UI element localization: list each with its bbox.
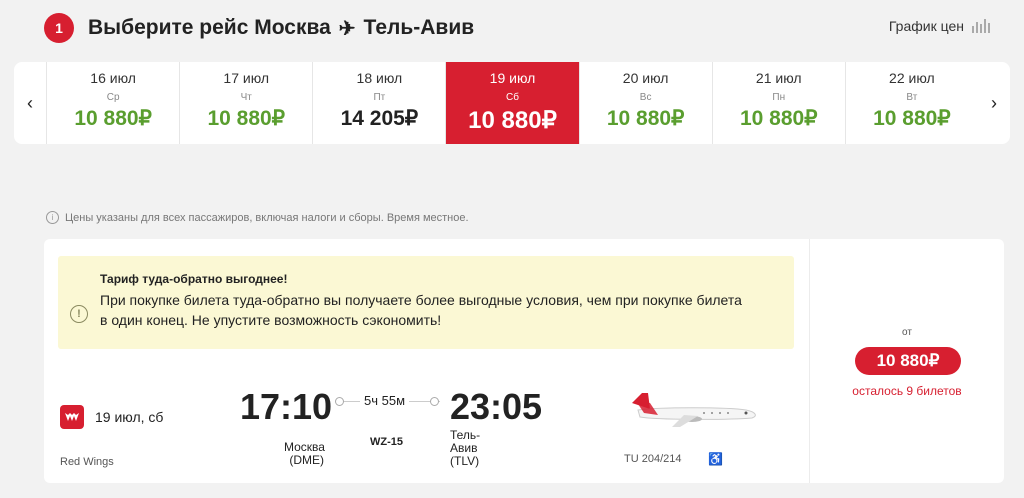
exclamation-icon: !: [70, 305, 88, 323]
weekday-label: Пт: [373, 92, 386, 103]
round-trip-promo-banner: ! Тариф туда-обратно выгоднее! При покуп…: [58, 256, 794, 349]
promo-text: При покупке билета туда-обратно вы получ…: [100, 292, 742, 328]
flight-details: ! Тариф туда-обратно выгоднее! При покуп…: [44, 239, 810, 483]
step-number-badge: 1: [44, 13, 74, 43]
weekday-label: Вс: [639, 92, 652, 103]
date-label: 22 июл: [889, 70, 935, 86]
weekday-label: Пн: [772, 92, 786, 103]
date-label: 17 июл: [223, 70, 270, 86]
airline-name: Red Wings: [60, 456, 114, 468]
promo-title: Тариф туда-обратно выгоднее!: [100, 272, 288, 286]
departure-city: Москва (DME): [284, 440, 325, 467]
date-price: 10 880₽: [207, 107, 286, 130]
flight-date: 19 июл, сб: [95, 409, 164, 425]
date-label: 21 июл: [755, 70, 802, 86]
next-dates-arrow-icon[interactable]: ›: [978, 62, 1010, 144]
aircraft-type: TU 204/214: [624, 453, 682, 465]
select-fare-button[interactable]: 10 880₽: [855, 347, 961, 375]
date-selector: ‹ 16 июл Ср 10 880₽ 17 июл Чт 10 880₽ 18…: [14, 62, 1010, 144]
page-title: Выберите рейс Москва ✈ Тель-Авив: [88, 16, 474, 41]
bar-chart-icon: [972, 19, 990, 33]
info-icon: i: [46, 211, 59, 224]
date-label: 16 июл: [90, 70, 136, 86]
date-price: 10 880₽: [873, 107, 951, 130]
arrival-city: Тель-Авив (TLV): [450, 428, 481, 468]
departure-time: 17:10: [240, 386, 333, 427]
date-option[interactable]: 16 июл Ср 10 880₽: [46, 62, 179, 144]
seats-left-text: осталось 9 билетов: [852, 384, 962, 398]
flight-number: WZ-15: [370, 436, 403, 448]
price-chart-link[interactable]: График цен: [889, 18, 990, 34]
route-end-dot: [430, 397, 439, 406]
weekday-label: Вт: [906, 92, 918, 103]
weekday-label: Чт: [240, 92, 252, 103]
date-label: 20 июл: [622, 70, 669, 86]
airline-logo-icon: [60, 405, 84, 429]
step-header: 1 Выберите рейс Москва ✈ Тель-Авив: [44, 10, 474, 46]
price-from-label: от: [902, 327, 912, 338]
info-note-text: Цены указаны для всех пассажиров, включа…: [65, 211, 469, 224]
origin-city: Москва: [254, 16, 331, 39]
date-option-selected[interactable]: 19 июл Сб 10 880₽: [445, 62, 579, 144]
plane-icon: ✈: [338, 17, 356, 40]
title-prefix: Выберите рейс: [88, 16, 249, 39]
date-option[interactable]: 17 июл Чт 10 880₽: [179, 62, 312, 144]
date-price: 10 880₽: [606, 107, 685, 130]
date-label: 19 июл: [489, 70, 536, 86]
wheelchair-icon: ♿: [708, 452, 723, 466]
date-option[interactable]: 20 июл Вс 10 880₽: [578, 62, 712, 144]
price-chart-label: График цен: [888, 18, 964, 34]
route-start-dot: [335, 397, 344, 406]
arrival-time: 23:05: [450, 386, 543, 427]
aircraft-image: [632, 393, 756, 427]
date-price: 10 880₽: [74, 107, 152, 130]
date-label: 18 июл: [356, 70, 403, 86]
flight-card: ! Тариф туда-обратно выгоднее! При покуп…: [44, 239, 1004, 483]
date-option[interactable]: 21 июл Пн 10 880₽: [711, 62, 845, 144]
date-price: 10 880₽: [468, 107, 557, 134]
weekday-label: Сб: [506, 92, 519, 103]
date-option[interactable]: 22 июл Вт 10 880₽: [844, 62, 978, 144]
flight-duration: 5ч 55м: [360, 393, 410, 408]
destination-city: Тель-Авив: [363, 16, 475, 39]
date-price: 10 880₽: [739, 107, 818, 130]
price-panel: от 10 880₽ осталось 9 билетов: [810, 239, 1004, 483]
price-info-note: i Цены указаны для всех пассажиров, вклю…: [46, 211, 469, 224]
weekday-label: Ср: [106, 92, 120, 103]
date-option[interactable]: 18 июл Пт 14 205₽: [312, 62, 445, 144]
date-price: 14 205₽: [340, 107, 419, 130]
prev-dates-arrow-icon[interactable]: ‹: [14, 62, 46, 144]
